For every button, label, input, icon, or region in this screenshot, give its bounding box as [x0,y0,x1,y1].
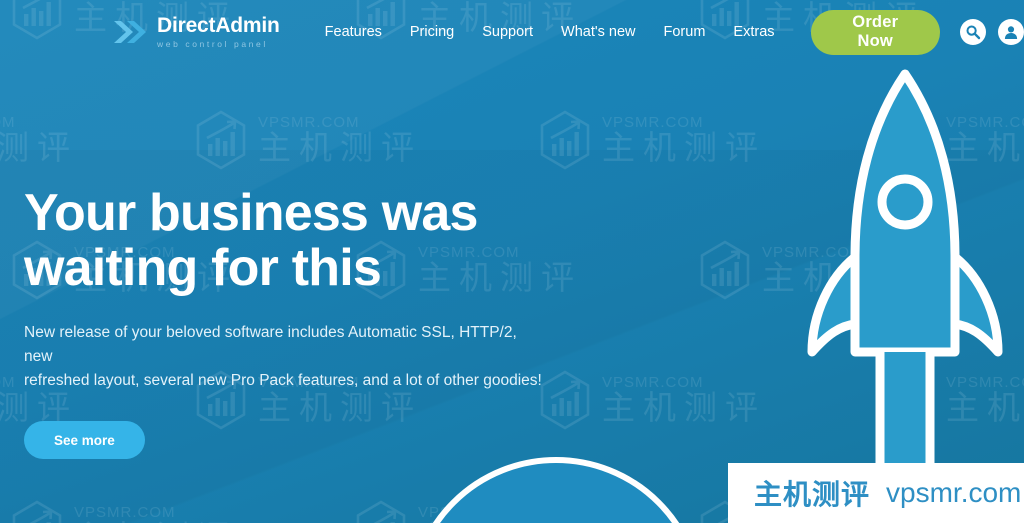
watermark-tile: VPSMR.COM主机测评 [0,110,78,170]
order-now-button[interactable]: Order Now [810,9,940,55]
watermark-tile-domain: VPSMR.COM [258,114,360,132]
nav-item-support[interactable]: Support [482,24,533,40]
watermark-tile-text: VPSMR.COM主机测评 [74,504,238,523]
nav-item-pricing[interactable]: Pricing [410,24,454,40]
logo-text: DirectAdmin web control panel [157,15,280,49]
watermark-tile-chinese: 主机测评 [602,128,766,168]
watermark-tile-domain: VPSMR.COM [0,114,16,132]
logo-title-second: Admin [215,14,280,38]
search-icon[interactable] [960,19,986,45]
watermark-tile-chinese: 主机测评 [258,128,422,168]
watermark-tile-domain: VPSMR.COM [0,374,16,392]
watermark-tile-text: VPSMR.COM主机测评 [258,114,422,166]
hero-subtitle: New release of your beloved software inc… [24,324,542,390]
logo[interactable]: DirectAdmin web control panel [112,15,280,49]
hero-page: VPSMR.COM主机测评VPSMR.COM主机测评VPSMR.COM主机测评V… [0,0,1024,523]
watermark-badge-chinese: 主机测评 [754,478,871,511]
watermark-badge: 主机测评 vpsmr.com [728,463,1024,523]
site-header: DirectAdmin web control panel Features P… [0,0,1024,64]
watermark-tile-text: VPSMR.COM主机测评 [602,114,766,166]
watermark-tile-chinese: 主机测评 [602,388,766,428]
watermark-tile-domain: VPSMR.COM [602,114,704,132]
watermark-tile-domain: VPSMR.COM [74,504,176,522]
account-glyph [1004,26,1018,39]
main-nav: Features Pricing Support What's new Foru… [325,24,775,40]
logo-title: DirectAdmin [157,15,280,36]
logo-title-first: Direct [157,14,216,38]
watermark-badge-domain: vpsmr.com [886,477,1022,508]
nav-item-whats-new[interactable]: What's new [561,24,636,40]
header-icon-group [960,19,1024,45]
nav-item-forum[interactable]: Forum [664,24,706,40]
watermark-tile-domain: VPSMR.COM [602,374,704,392]
watermark-tile: VPSMR.COM主机测评 [538,110,766,170]
nav-item-extras[interactable]: Extras [733,24,774,40]
rocket-illustration-icon [807,69,1003,522]
watermark-tile-text: VPSMR.COM主机测评 [602,374,766,426]
hexagon-chart-icon [700,240,750,300]
hexagon-chart-icon [540,110,590,170]
double-chevron-icon [114,21,146,43]
hero-title: Your business was waiting for this [24,184,478,297]
account-icon[interactable] [998,19,1024,45]
hexagon-chart-icon [356,500,406,523]
watermark-tile-chinese: 主机测评 [0,128,78,168]
search-glyph [966,25,981,40]
nav-item-features[interactable]: Features [325,24,382,40]
hexagon-chart-icon [196,110,246,170]
watermark-tile: VPSMR.COM主机测评 [10,500,238,523]
watermark-tile-text: VPSMR.COM主机测评 [0,114,78,166]
hero-content: Your business was waiting for this New r… [24,184,584,460]
hexagon-chart-icon [12,500,62,523]
see-more-button[interactable]: See more [24,421,145,460]
decorative-circle [408,457,704,523]
logo-tagline: web control panel [157,39,268,50]
watermark-tile: VPSMR.COM主机测评 [194,110,422,170]
